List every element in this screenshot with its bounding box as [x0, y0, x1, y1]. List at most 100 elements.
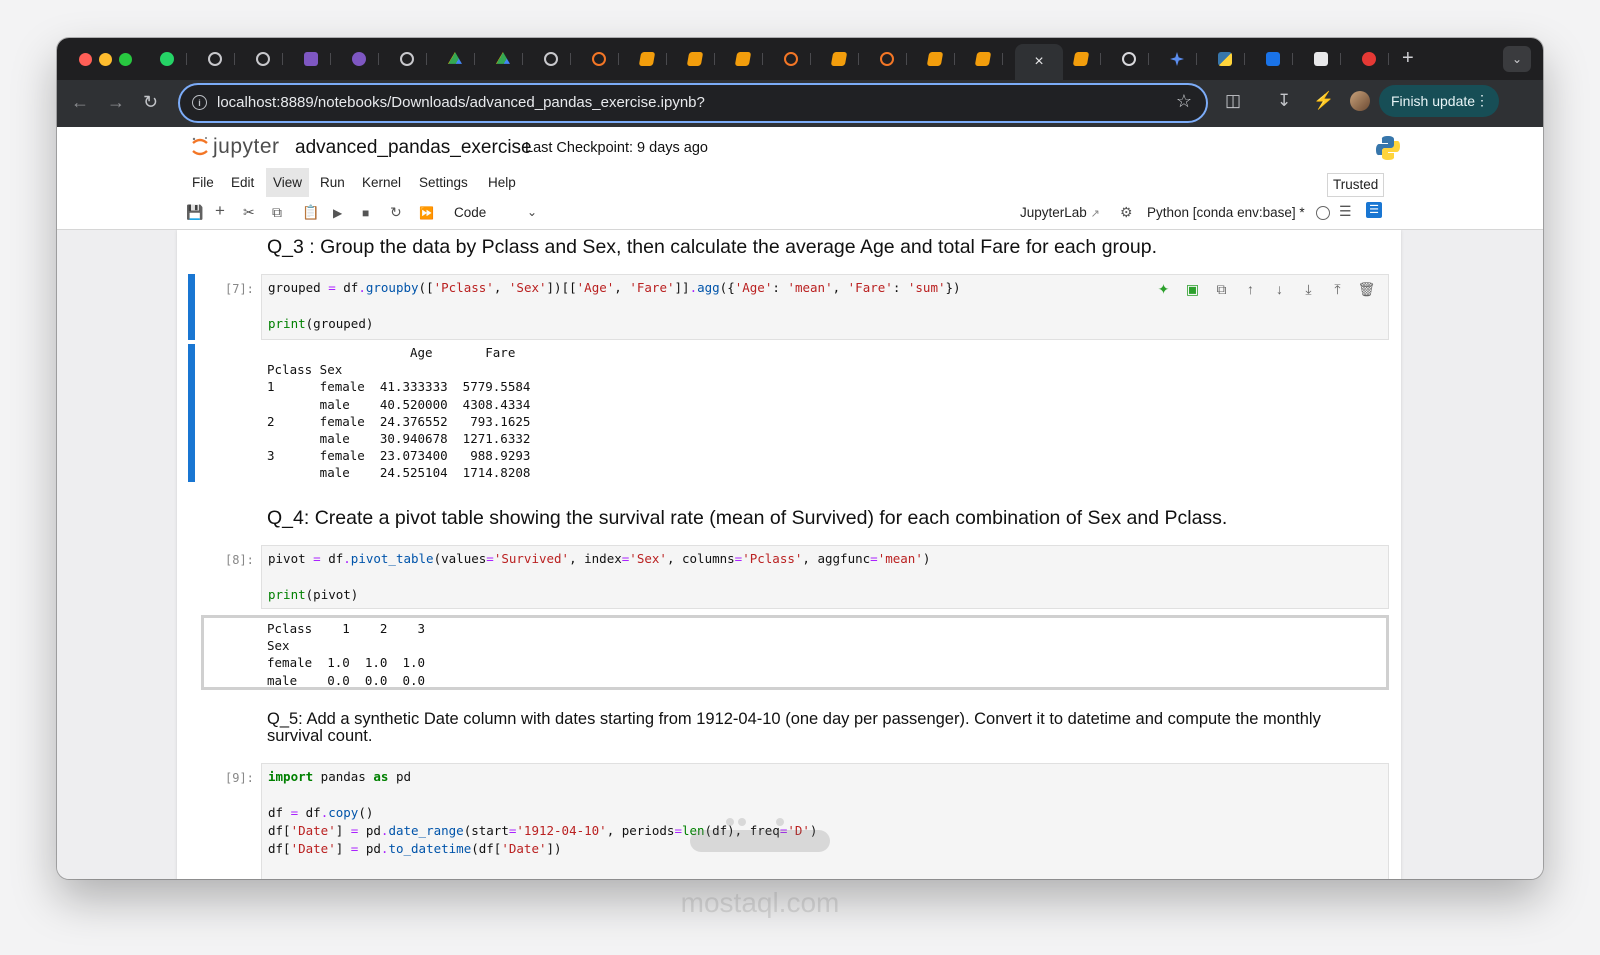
chevron-down-icon[interactable]: ⌄: [527, 205, 537, 219]
tab-gemini[interactable]: [1157, 49, 1197, 69]
back-button[interactable]: ←: [71, 92, 89, 113]
close-tab-icon[interactable]: ×: [1034, 53, 1043, 71]
run-icon[interactable]: ▶: [333, 206, 342, 220]
restart-icon[interactable]: ↻: [390, 204, 402, 221]
minimize-window-button[interactable]: [99, 53, 112, 66]
reload-button[interactable]: ↻: [143, 92, 158, 113]
paste-icon[interactable]: 📋: [302, 204, 319, 221]
copy-icon[interactable]: ⧉: [272, 204, 282, 221]
menu-settings[interactable]: Settings: [412, 168, 475, 197]
trusted-indicator[interactable]: Trusted: [1327, 173, 1385, 197]
jupyter-logo[interactable]: jupyter: [191, 135, 280, 159]
performance-icon[interactable]: ⚡: [1313, 91, 1334, 111]
tab-notes-5[interactable]: [915, 49, 955, 69]
cell-type-select[interactable]: Code: [454, 205, 486, 220]
kernel-status-icon: [1316, 206, 1330, 220]
duplicate-cell-icon[interactable]: ⧉: [1212, 281, 1231, 298]
ai-sparkle-icon[interactable]: ✦: [1154, 281, 1173, 298]
insert-cell-icon[interactable]: +: [215, 201, 225, 221]
site-info-icon[interactable]: i: [192, 95, 207, 110]
tab-web-2[interactable]: [243, 49, 283, 69]
insert-below-icon[interactable]: ⤒: [1328, 281, 1347, 298]
tab-jupyter-2[interactable]: [771, 49, 811, 69]
tab-forms-1[interactable]: [291, 49, 331, 69]
format-code-icon[interactable]: ▣: [1183, 281, 1202, 298]
cell-prompt: [9]:: [225, 771, 254, 785]
code-line[interactable]: pivot = df.pivot_table(values='Survived'…: [268, 550, 930, 568]
tab-jupyter-3[interactable]: [867, 49, 907, 69]
code-line[interactable]: grouped = df.groupby(['Pclass', 'Sex'])[…: [268, 279, 961, 297]
tab-web-3[interactable]: [387, 49, 427, 69]
tab-notes-1[interactable]: [627, 49, 667, 69]
address-bar[interactable]: i localhost:8889/notebooks/Downloads/adv…: [178, 83, 1208, 123]
download-icon[interactable]: ↧: [1277, 91, 1291, 111]
kernel-name[interactable]: Python [conda env:base] *: [1147, 205, 1305, 220]
cut-icon[interactable]: ✂: [243, 204, 255, 221]
forward-button[interactable]: →: [107, 92, 125, 113]
code-cell-7[interactable]: grouped = df.groupby(['Pclass', 'Sex'])[…: [261, 274, 1389, 340]
active-output-indicator[interactable]: [188, 344, 195, 482]
insert-above-icon[interactable]: ⤓: [1299, 281, 1318, 298]
checkpoint-status: Last Checkpoint: 9 days ago: [525, 140, 708, 156]
move-down-icon[interactable]: ↓: [1270, 281, 1289, 298]
run-all-icon[interactable]: ⏩: [419, 206, 434, 220]
tab-python[interactable]: [1205, 49, 1245, 69]
menu-help[interactable]: Help: [481, 168, 523, 197]
tab-u[interactable]: [1301, 49, 1341, 69]
zoom-window-button[interactable]: [119, 53, 132, 66]
tab-search-button[interactable]: ⌄: [1503, 46, 1531, 72]
tab-drive-1[interactable]: [435, 49, 475, 69]
gemini-icon: [1170, 52, 1184, 66]
code-cell-8[interactable]: pivot = df.pivot_table(values='Survived'…: [261, 545, 1389, 609]
tab-alert[interactable]: [1349, 49, 1389, 69]
save-icon[interactable]: 💾: [186, 204, 203, 221]
menu-view[interactable]: View: [266, 168, 310, 197]
code-line[interactable]: print(pivot): [268, 586, 358, 604]
code-line[interactable]: print(grouped): [268, 315, 373, 333]
tab-web-4[interactable]: [531, 49, 571, 69]
close-window-button[interactable]: [79, 53, 92, 66]
globe-icon: [544, 52, 558, 66]
tab-notes-3[interactable]: [723, 49, 763, 69]
tab-active[interactable]: ×: [1015, 44, 1063, 80]
stop-icon[interactable]: ■: [362, 206, 369, 220]
menu-edit[interactable]: Edit: [224, 168, 261, 197]
url-text[interactable]: localhost:8889/notebooks/Downloads/advan…: [217, 94, 705, 111]
code-line[interactable]: df = df.copy(): [268, 804, 373, 822]
menu-kernel[interactable]: Kernel: [355, 168, 408, 197]
delete-cell-icon[interactable]: 🗑: [1357, 281, 1376, 298]
extensions-icon[interactable]: ◫: [1225, 91, 1241, 111]
finish-update-button[interactable]: Finish update ⋮: [1379, 85, 1499, 117]
debugger-icon[interactable]: ⚙: [1120, 204, 1133, 221]
tab-notes-2[interactable]: [675, 49, 715, 69]
tab-notes-4[interactable]: [819, 49, 859, 69]
code-line[interactable]: import pandas as pd: [268, 768, 411, 786]
jupyter-icon: [880, 52, 894, 66]
t-app-icon: [1266, 52, 1280, 66]
more-menu-icon[interactable]: ⋮: [1475, 92, 1489, 109]
profile-avatar[interactable]: [1350, 91, 1370, 111]
tab-web-1[interactable]: [195, 49, 235, 69]
tab-notes-7[interactable]: [1061, 49, 1101, 69]
property-inspector-icon[interactable]: ☰: [1366, 202, 1382, 218]
code-line[interactable]: df['Date'] = pd.to_datetime(df['Date']): [268, 840, 562, 858]
forms-icon: [304, 52, 318, 66]
bookmark-star-icon[interactable]: ☆: [1176, 91, 1192, 112]
move-up-icon[interactable]: ↑: [1241, 281, 1260, 298]
tab-whatsapp[interactable]: [147, 49, 187, 69]
tab-drive-2[interactable]: [483, 49, 523, 69]
tab-chatgpt[interactable]: [1109, 49, 1149, 69]
active-cell-indicator[interactable]: [188, 274, 195, 340]
menu-file[interactable]: File: [185, 168, 221, 197]
toc-icon[interactable]: ☰: [1339, 203, 1352, 220]
q5-heading: Q_5: Add a synthetic Date column with da…: [267, 710, 1321, 745]
notebook-name[interactable]: advanced_pandas_exercise: [295, 137, 532, 159]
tab-t[interactable]: [1253, 49, 1293, 69]
new-tab-button[interactable]: +: [1402, 47, 1414, 70]
tab-notes-6[interactable]: [963, 49, 1003, 69]
cell-prompt: [7]:: [225, 282, 254, 296]
tab-jupyter-1[interactable]: [579, 49, 619, 69]
menu-run[interactable]: Run: [313, 168, 352, 197]
tab-forms-2[interactable]: [339, 49, 379, 69]
jupyterlab-link[interactable]: JupyterLab ↗: [1020, 205, 1100, 220]
